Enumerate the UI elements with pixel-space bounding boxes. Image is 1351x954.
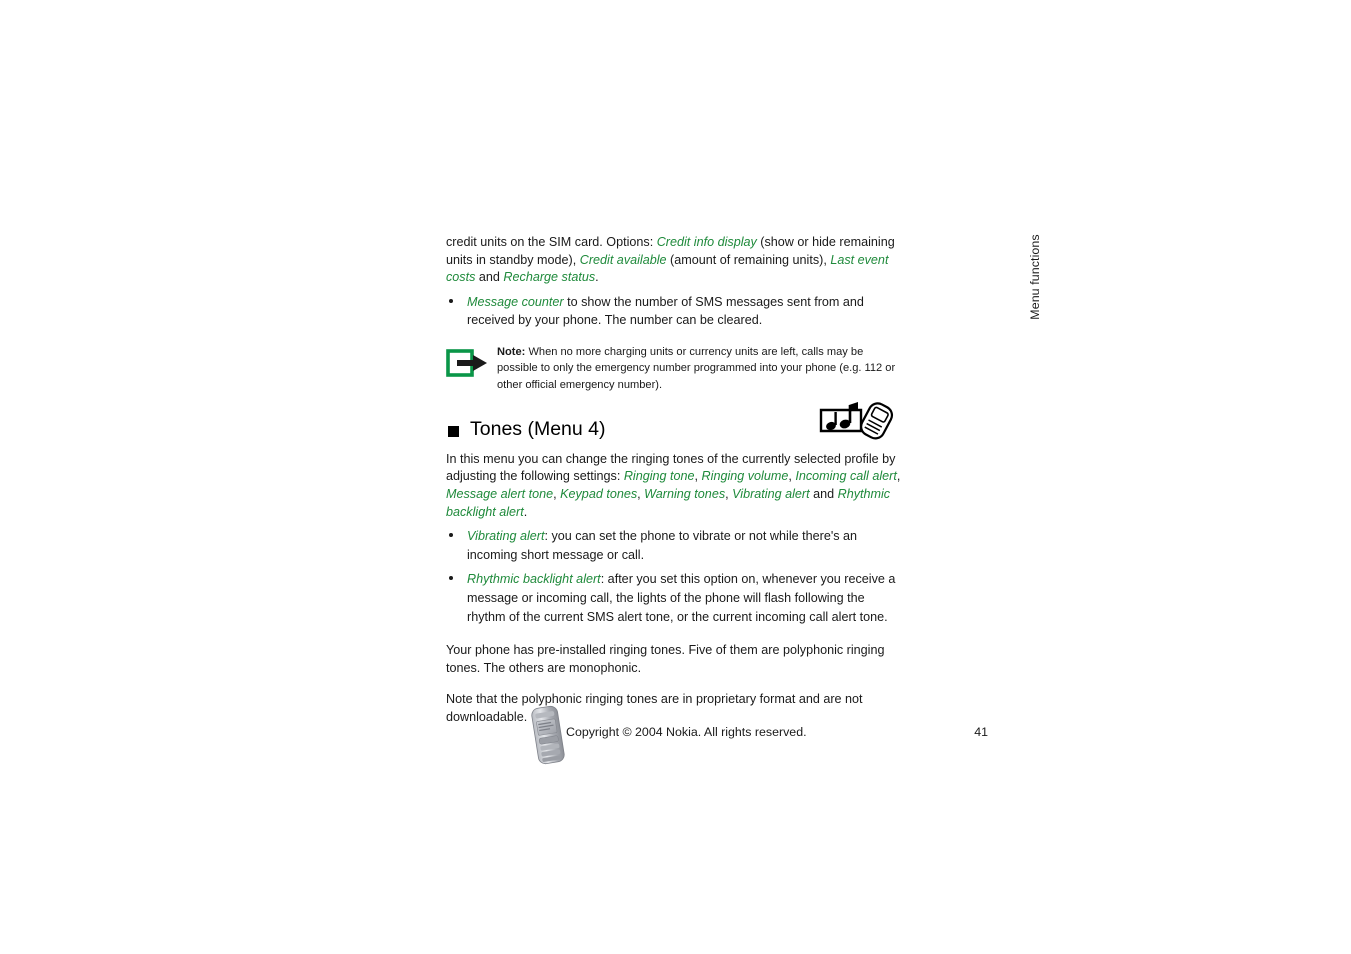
term-message-counter: Message counter [467,294,564,309]
page-number: 41 [974,725,988,739]
term-ringing-volume: Ringing volume [701,469,789,484]
sep-1: , [694,469,702,484]
vibrating-alert-bullet-text: Vibrating alert: you can set the phone t… [467,529,857,562]
term-vibrating-alert-bullet: Vibrating alert [467,529,545,544]
bullet-dot-icon [449,576,453,581]
sep-3: , [896,469,901,484]
term-vibrating-alert: Vibrating alert [732,487,810,502]
list-item: Message counter to show the number of SM… [446,293,902,330]
term-recharge-status: Recharge status [503,270,596,285]
term-credit-available: Credit available [579,252,667,267]
sep-7: and [809,487,838,502]
note-label: Note: [497,345,526,358]
note-arrow-icon [446,348,490,378]
intro-text-e: . [595,270,599,285]
bullet-dot-icon [449,298,453,303]
note-body: When no more charging units or currency … [497,345,896,391]
chapter-side-tab: Menu functions [1024,222,1046,332]
term-credit-info-display: Credit info display [656,235,757,249]
message-counter-bullet-text: Message counter to show the number of SM… [467,295,864,328]
tones-intro-paragraph: In this menu you can change the ringing … [446,451,902,521]
heading-square-bullet-icon [448,425,459,437]
rhythmic-backlight-bullet-text: Rhythmic backlight alert: after you set … [467,572,895,623]
side-tab-label: Menu functions [1028,234,1042,320]
intro-paragraph: credit units on the SIM card. Options: C… [446,234,902,287]
list-item: Rhythmic backlight alert: after you set … [446,570,902,626]
term-keypad-tones: Keypad tones [560,487,638,502]
intro-text-d: and [475,270,504,285]
sep-8: . [523,504,528,519]
note-text: Note: When no more charging units or cur… [497,344,902,393]
term-ringing-tone: Ringing tone [623,469,695,484]
page-footer: Copyright © 2004 Nokia. All rights reser… [446,700,988,770]
note-callout: Note: When no more charging units or cur… [446,344,902,393]
bullet-dot-icon [449,533,453,538]
copyright-text: Copyright © 2004 Nokia. All rights reser… [566,725,807,739]
closing-paragraph-1: Your phone has pre-installed ringing ton… [446,643,885,675]
list-item: Vibrating alert: you can set the phone t… [446,527,902,564]
term-incoming-call-alert: Incoming call alert [795,469,897,484]
intro-text-a: credit units on the SIM card. Options: [446,235,657,249]
term-message-alert-tone: Message alert tone [446,487,554,502]
page-content-column: credit units on the SIM card. Options: C… [446,234,902,733]
nokia-phone-photo [525,704,571,766]
page-title: Tones (Menu 4) [470,417,606,440]
term-rhythmic-backlight-bullet: Rhythmic backlight alert [467,572,601,587]
document-page: Menu functions credit units on the SIM c… [0,0,1351,954]
section-heading-tones: Tones (Menu 4) [446,417,902,445]
term-warning-tones: Warning tones [644,487,726,502]
intro-text-c: (amount of remaining units), [666,252,831,267]
